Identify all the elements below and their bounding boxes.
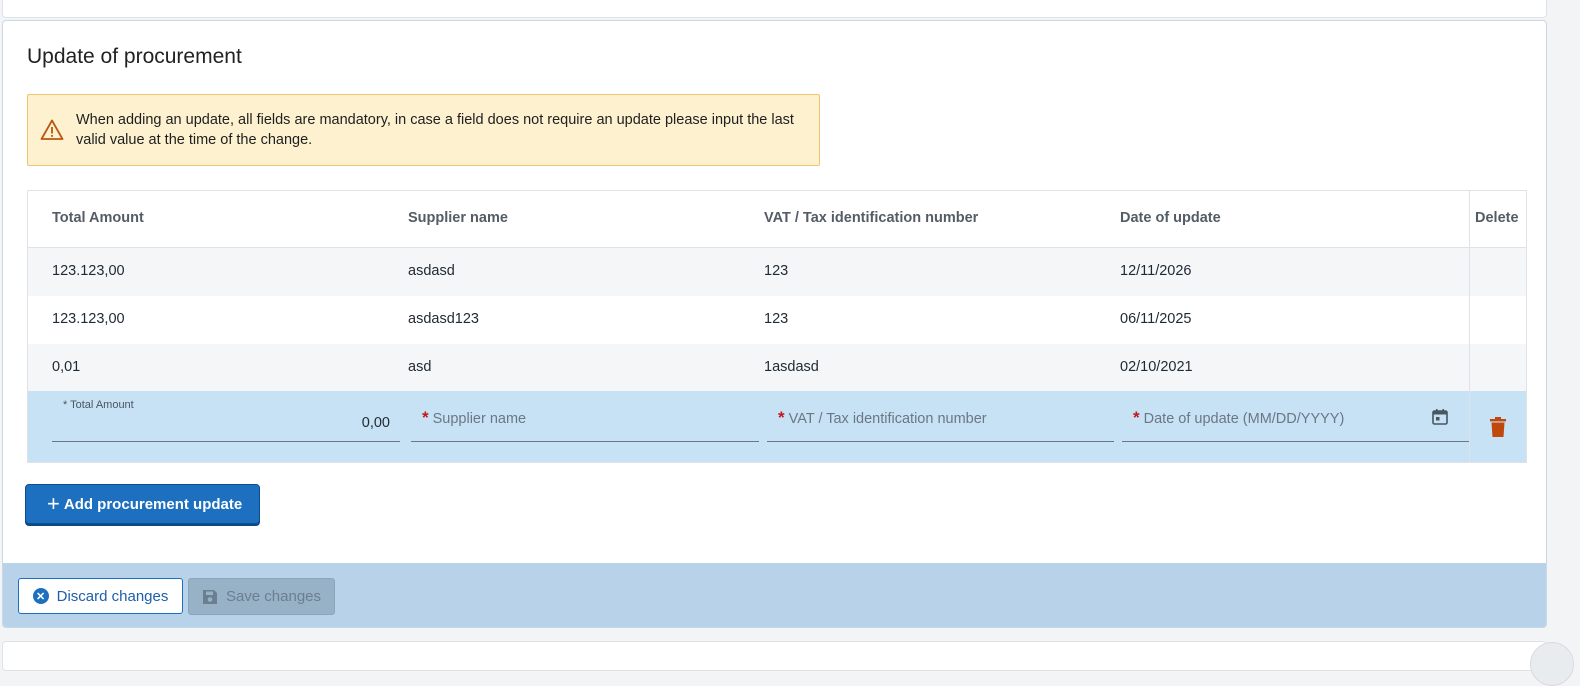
cell-total-amount: 123.123,00 — [52, 311, 125, 327]
cell-supplier-name: asd — [408, 359, 432, 375]
total-amount-value: 0,00 — [361, 415, 390, 431]
new-update-row: * Total Amount 0,00 * Supplier name * VAT … — [28, 391, 1526, 462]
calendar-icon[interactable] — [1431, 408, 1449, 426]
total-amount-label: * Total Amount — [63, 399, 134, 411]
supplier-name-placeholder: * Supplier name — [422, 408, 527, 427]
header-supplier-name: Supplier name — [408, 210, 508, 226]
warning-icon — [40, 119, 64, 140]
close-circle-icon: ✕ — [32, 588, 49, 604]
table-header: Total Amount Supplier name VAT / Tax ide… — [28, 191, 1526, 248]
cell-supplier-name: asdasd123 — [408, 311, 479, 327]
cell-vat-number: 123 — [764, 263, 789, 279]
header-vat-number: VAT / Tax identification number — [764, 210, 979, 226]
delete-cell — [1470, 296, 1526, 344]
panel-title: Update of procurement — [27, 45, 242, 68]
previous-section-card — [2, 0, 1547, 18]
table-row: 123.123,00 asdasd 123 12/11/2026 — [28, 248, 1469, 296]
warning-alert: When adding an update, all fields are ma… — [27, 94, 820, 166]
header-total-amount: Total Amount — [52, 210, 144, 226]
date-of-update-input[interactable]: * Date of update (MM/DD/YYYY) — [1122, 391, 1469, 442]
date-placeholder: * Date of update (MM/DD/YYYY) — [1133, 408, 1345, 427]
table-row: 0,01 asd 1asdasd 02/10/2021 — [28, 344, 1469, 392]
cell-vat-number: 123 — [764, 311, 789, 327]
supplier-name-input[interactable]: * Supplier name — [411, 391, 759, 442]
required-mark: * — [422, 408, 429, 427]
procurement-updates-table: Total Amount Supplier name VAT / Tax ide… — [27, 190, 1527, 463]
plus-icon: + — [47, 491, 60, 516]
save-button-label: Save changes — [225, 588, 322, 605]
vat-number-input[interactable]: * VAT / Tax identification number — [767, 391, 1114, 442]
required-mark: * — [778, 408, 785, 427]
cell-total-amount: 0,01 — [52, 359, 81, 375]
save-changes-button[interactable]: Save changes — [188, 578, 335, 615]
cell-total-amount: 123.123,00 — [52, 263, 125, 279]
delete-cell — [1470, 248, 1526, 296]
action-footer: ✕ Discard changes Save changes — [3, 563, 1546, 627]
header-delete: Delete — [1475, 210, 1519, 226]
cell-date: 06/11/2025 — [1120, 311, 1192, 327]
save-icon — [202, 589, 217, 604]
total-amount-input[interactable]: * Total Amount 0,00 — [52, 391, 400, 442]
discard-changes-button[interactable]: ✕ Discard changes — [18, 578, 183, 614]
table-row: 123.123,00 asdasd123 123 06/11/2025 — [28, 296, 1469, 344]
cell-date: 02/10/2021 — [1120, 359, 1193, 375]
procurement-update-panel: Update of procurement When adding an upd… — [2, 20, 1547, 628]
add-procurement-update-button[interactable]: + Add procurement update — [25, 484, 261, 524]
next-section-card — [2, 641, 1547, 671]
vat-number-placeholder: * VAT / Tax identification number — [778, 408, 987, 427]
cell-vat-number: 1asdasd — [764, 359, 819, 375]
cell-supplier-name: asdasd — [408, 263, 455, 279]
delete-cell — [1470, 344, 1526, 392]
discard-button-label: Discard changes — [56, 587, 169, 605]
required-mark: * — [1133, 408, 1140, 427]
scroll-top-button[interactable] — [1530, 642, 1574, 686]
cell-date: 12/11/2026 — [1120, 263, 1192, 279]
column-divider — [1469, 191, 1470, 462]
warning-text: When adding an update, all fields are ma… — [76, 112, 794, 148]
trash-icon[interactable] — [1490, 417, 1506, 437]
add-button-label: Add procurement update — [63, 495, 243, 513]
header-date-of-update: Date of update — [1120, 210, 1221, 226]
